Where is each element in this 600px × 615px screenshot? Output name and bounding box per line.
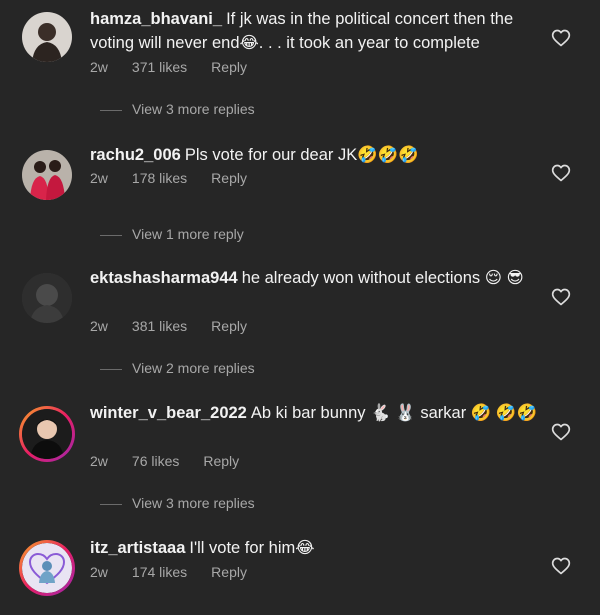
comment-likes[interactable]: 381 likes <box>132 318 187 334</box>
comment-meta: 2w 76 likes Reply <box>90 453 263 469</box>
comment-time: 2w <box>90 170 108 186</box>
divider-line <box>100 234 122 236</box>
comment-meta: 2w 174 likes Reply <box>90 564 271 580</box>
comment-time: 2w <box>90 453 108 469</box>
comment-text: ektashasharma944 he already won without e… <box>90 266 540 290</box>
comment-text: rachu2_006 Pls vote for our dear JK🤣🤣🤣 <box>90 143 540 167</box>
comment-body: Pls vote for our dear JK🤣🤣🤣 <box>184 146 419 164</box>
reply-button[interactable]: Reply <box>211 564 247 580</box>
comment-username[interactable]: rachu2_006 <box>90 146 181 164</box>
comment-time: 2w <box>90 318 108 334</box>
comment-username[interactable]: winter_v_bear_2022 <box>90 404 247 422</box>
view-more-label: View 3 more replies <box>132 101 255 117</box>
heart-icon[interactable] <box>551 163 571 183</box>
comment-username[interactable]: ektashasharma944 <box>90 269 238 287</box>
comment-username[interactable]: itz_artistaaa <box>90 539 185 557</box>
view-more-replies[interactable]: View 3 more replies <box>100 495 255 511</box>
comment-text: hamza_bhavani_ If jk was in the political… <box>90 7 540 55</box>
comment-likes[interactable]: 371 likes <box>132 59 187 75</box>
comment-meta: 2w 178 likes Reply <box>90 170 271 186</box>
view-more-label: View 1 more reply <box>132 226 244 242</box>
heart-icon[interactable] <box>551 28 571 48</box>
view-more-replies[interactable]: View 3 more replies <box>100 101 255 117</box>
comment-body: Ab ki bar bunny 🐇 🐰 sarkar 🤣 🤣🤣 <box>250 404 537 422</box>
avatar-photo <box>22 409 72 459</box>
reply-button[interactable]: Reply <box>211 170 247 186</box>
comment-time: 2w <box>90 564 108 580</box>
view-more-replies[interactable]: View 2 more replies <box>100 360 255 376</box>
comment-body: he already won without elections 😌 😎 <box>241 269 524 287</box>
heart-icon[interactable] <box>551 422 571 442</box>
view-more-label: View 3 more replies <box>132 495 255 511</box>
divider-line <box>100 368 122 370</box>
reply-button[interactable]: Reply <box>211 59 247 75</box>
view-more-label: View 2 more replies <box>132 360 255 376</box>
heart-icon[interactable] <box>551 287 571 307</box>
avatar-photo <box>22 273 72 323</box>
reply-button[interactable]: Reply <box>211 318 247 334</box>
comment-meta: 2w 381 likes Reply <box>90 318 271 334</box>
avatar[interactable] <box>22 150 72 200</box>
comment-likes[interactable]: 178 likes <box>132 170 187 186</box>
divider-line <box>100 109 122 111</box>
comment-likes[interactable]: 174 likes <box>132 564 187 580</box>
view-more-replies[interactable]: View 1 more reply <box>100 226 244 242</box>
comment-text: itz_artistaaa I'll vote for him😂 <box>90 536 540 560</box>
avatar[interactable] <box>19 540 75 596</box>
comment-body: I'll vote for him😂 <box>189 539 315 557</box>
avatar[interactable] <box>22 273 72 323</box>
avatar[interactable] <box>22 12 72 62</box>
divider-line <box>100 503 122 505</box>
avatar[interactable] <box>19 406 75 462</box>
avatar-photo <box>22 150 72 200</box>
reply-button[interactable]: Reply <box>203 453 239 469</box>
avatar-photo <box>22 12 72 62</box>
comment-text: winter_v_bear_2022 Ab ki bar bunny 🐇 🐰 sa… <box>90 401 540 425</box>
comment-time: 2w <box>90 59 108 75</box>
comment-username[interactable]: hamza_bhavani_ <box>90 10 222 28</box>
comment-meta: 2w 371 likes Reply <box>90 59 271 75</box>
avatar-photo <box>22 543 72 593</box>
comment-likes[interactable]: 76 likes <box>132 453 179 469</box>
heart-icon[interactable] <box>551 556 571 576</box>
